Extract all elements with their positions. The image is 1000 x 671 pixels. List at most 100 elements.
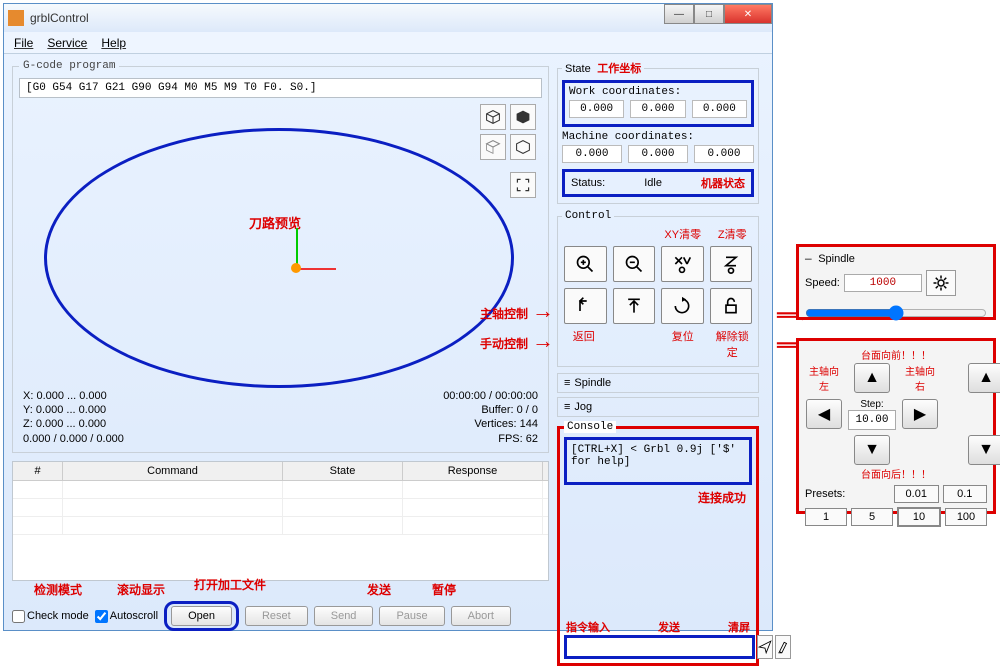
- col-state[interactable]: State: [283, 462, 403, 480]
- preset-button[interactable]: 5: [851, 508, 893, 526]
- console-input[interactable]: [564, 635, 755, 659]
- label-z-zero: Z清零: [711, 226, 755, 242]
- zoom-out-button[interactable]: [613, 246, 656, 282]
- window-title: grblControl: [30, 11, 89, 25]
- jog-collapse[interactable]: ≡Jog: [557, 397, 759, 417]
- preset-button[interactable]: 1: [805, 508, 847, 526]
- mach-z: 0.000: [694, 145, 754, 163]
- abort-button[interactable]: Abort: [451, 606, 511, 626]
- spindle-collapse[interactable]: ≡Spindle: [557, 373, 759, 393]
- preset-button[interactable]: 100: [945, 508, 987, 526]
- toolpath-preview[interactable]: 刀路预览: [19, 98, 542, 408]
- label-return: 返回: [562, 328, 606, 360]
- jog-up-label: 台面向前！！！: [805, 347, 987, 362]
- menubar: File Service Help: [4, 32, 772, 54]
- spindle-annot: 主轴控制: [480, 305, 528, 322]
- console-clear-button[interactable]: [775, 635, 791, 659]
- mach-coords-label: Machine coordinates:: [562, 131, 754, 143]
- gcode-line: [G0 G54 G17 G21 G90 G94 M0 M5 M9 T0 F0. …: [19, 78, 542, 98]
- open-button[interactable]: Open: [171, 606, 232, 626]
- label-pause: 暂停: [432, 581, 456, 598]
- extent-stats: X: 0.000 ... 0.000 Y: 0.000 ... 0.000 Z:…: [23, 389, 124, 446]
- titlebar: grblControl — □ ✕: [4, 4, 772, 32]
- label-clear: 清屏: [728, 619, 750, 635]
- preview-label: 刀路预览: [249, 213, 301, 232]
- app-icon: [8, 10, 24, 26]
- work-x: 0.000: [569, 100, 624, 118]
- reset-grbl-button[interactable]: [661, 288, 704, 324]
- hamburger-icon: ≡: [564, 401, 570, 413]
- jog-x-plus-button[interactable]: ▶: [902, 399, 938, 429]
- zoom-in-button[interactable]: [564, 246, 607, 282]
- menu-help[interactable]: Help: [101, 36, 126, 50]
- command-table: # Command State Response: [12, 461, 549, 581]
- gcode-panel: G-code program [G0 G54 G17 G21 G90 G94 M…: [12, 60, 549, 453]
- console-success-label: 连接成功: [564, 485, 752, 510]
- reset-button[interactable]: Reset: [245, 606, 308, 626]
- label-send: 发送: [367, 581, 391, 598]
- view-iso-button[interactable]: [480, 104, 506, 130]
- maximize-button[interactable]: □: [694, 4, 724, 24]
- speed-slider[interactable]: [805, 302, 987, 324]
- fit-view-button[interactable]: [510, 172, 536, 198]
- speed-input[interactable]: [844, 274, 922, 292]
- presets-label: Presets:: [805, 488, 890, 500]
- col-response[interactable]: Response: [403, 462, 543, 480]
- safe-z-button[interactable]: [613, 288, 656, 324]
- return-button[interactable]: [564, 288, 607, 324]
- gcode-legend: G-code program: [19, 60, 119, 72]
- step-value[interactable]: 10.00: [848, 410, 896, 430]
- console-send-button[interactable]: [757, 635, 773, 659]
- label-autoscroll: 滚动显示: [117, 581, 165, 598]
- table-body: [13, 481, 548, 576]
- pause-button[interactable]: Pause: [379, 606, 444, 626]
- minimize-button[interactable]: —: [664, 4, 694, 24]
- send-button[interactable]: Send: [314, 606, 374, 626]
- z-zero-button[interactable]: [710, 246, 753, 282]
- menu-service[interactable]: Service: [47, 36, 87, 50]
- col-command[interactable]: Command: [63, 462, 283, 480]
- preset-button[interactable]: 0.01: [894, 485, 939, 503]
- jog-overlay: 台面向前！！！ 主轴向左 ▲ 主轴向右 ▲ ◀ Step: 10.00 ▶ ▼ …: [796, 338, 996, 514]
- unlock-button[interactable]: [710, 288, 753, 324]
- jog-y-plus-button[interactable]: ▲: [854, 363, 890, 393]
- console-panel: Console [CTRL+X] < Grbl 0.9j ['$' for he…: [557, 421, 759, 666]
- view-iso-solid-button[interactable]: [510, 104, 536, 130]
- label-reset: 复位: [661, 328, 705, 360]
- label-open: 打开加工文件: [194, 576, 266, 593]
- autoscroll-checkbox[interactable]: Autoscroll: [95, 610, 158, 623]
- mach-y: 0.000: [628, 145, 688, 163]
- label-input: 指令输入: [566, 619, 610, 635]
- jog-z-minus-button[interactable]: ▼: [968, 435, 1000, 465]
- state-annot: 工作坐标: [597, 63, 641, 75]
- checkmode-checkbox[interactable]: Check mode: [12, 610, 89, 623]
- status-value: Idle: [644, 177, 662, 189]
- preset-button[interactable]: 10: [897, 507, 941, 527]
- label-checkmode: 检测模式: [34, 581, 82, 598]
- work-coords-box: Work coordinates: 0.000 0.000 0.000: [562, 80, 754, 127]
- work-z: 0.000: [692, 100, 747, 118]
- work-y: 0.000: [630, 100, 685, 118]
- xy-zero-button[interactable]: [661, 246, 704, 282]
- spindle-toggle-button[interactable]: [926, 270, 956, 296]
- state-panel: State 工作坐标 Work coordinates: 0.000 0.000…: [557, 60, 759, 204]
- arrow-icon: →: [532, 328, 554, 354]
- label-unlock: 解除锁定: [711, 328, 755, 360]
- view-top-button[interactable]: [480, 134, 506, 160]
- preset-button[interactable]: 0.1: [943, 485, 988, 503]
- jog-annot: 手动控制: [480, 335, 528, 352]
- control-panel: Control XY清零 Z清零 返回: [557, 210, 759, 367]
- jog-y-minus-button[interactable]: ▼: [854, 435, 890, 465]
- arrow-icon: →: [532, 298, 554, 324]
- jog-x-minus-button[interactable]: ◀: [806, 399, 842, 429]
- jog-z-plus-button[interactable]: ▲: [968, 363, 1000, 393]
- toolpath-shape: [44, 128, 514, 388]
- mach-x: 0.000: [562, 145, 622, 163]
- jog-left-label: 主轴向左: [805, 363, 843, 393]
- jog-right-label: 主轴向右: [901, 363, 939, 393]
- close-button[interactable]: ✕: [724, 4, 772, 24]
- col-num[interactable]: #: [13, 462, 63, 480]
- view-front-button[interactable]: [510, 134, 536, 160]
- label-xy-zero: XY清零: [661, 226, 705, 242]
- menu-file[interactable]: File: [14, 36, 33, 50]
